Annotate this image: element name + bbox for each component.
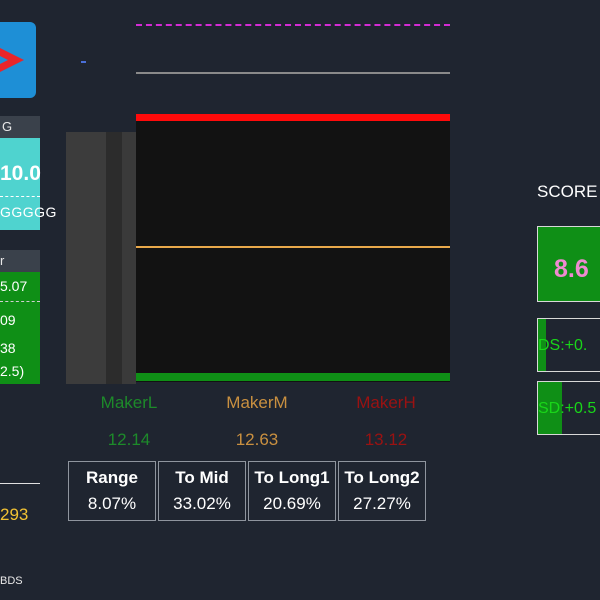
arrow-logo-icon (0, 48, 24, 72)
stat-label: Range (86, 468, 138, 487)
maker-high-label: MakerH (356, 393, 416, 412)
score-title: SCORE (537, 182, 598, 201)
stat-cell-to-long1: To Long1 20.69% (248, 461, 336, 521)
stat-value: 8.07% (87, 494, 137, 513)
left-footer-text: BDS (0, 575, 23, 587)
cyan-value: 10.0 (0, 162, 41, 185)
list-item: 5.07 (0, 278, 28, 294)
blue-tick-mark (81, 61, 86, 63)
list-item: 2.5) (0, 363, 25, 379)
cyan-subtext: GGGGG (0, 204, 57, 220)
cyan-value-tile: 10.0 GGGGG (0, 138, 56, 230)
stat-cell-to-long2: To Long2 27.27% (338, 461, 426, 521)
left-list-header: r (0, 250, 40, 272)
price-range-box[interactable] (136, 114, 450, 382)
list-item: 09 (0, 312, 16, 328)
stat-cell-to-mid: To Mid 33.02% (158, 461, 246, 521)
gray-level-line (136, 72, 450, 74)
volume-profile-bar (66, 132, 136, 384)
stat-label: To Long1 (254, 468, 330, 487)
stat-value: 33.02% (173, 494, 231, 513)
left-number: 293 (0, 505, 29, 524)
stats-table: Range 8.07% To Mid 33.02% To Long1 20.69… (66, 459, 428, 523)
top-dashed-level-line (136, 24, 450, 26)
stat-value: 27.27% (353, 494, 411, 513)
high-level-bar (136, 114, 450, 121)
stat-cell-range: Range 8.07% (68, 461, 156, 521)
score-tile: 8.6 (537, 226, 600, 302)
divider (0, 483, 40, 484)
ds-indicator-label: DS:+0. (538, 337, 588, 354)
stat-value: 20.69% (263, 494, 321, 513)
maker-mid-label: MakerM (226, 393, 288, 412)
ds-indicator: DS:+0. (537, 318, 600, 372)
sd-indicator-label: SD:+0.5 (538, 400, 597, 417)
maker-low-value: 12.14 (107, 430, 151, 449)
mid-level-line (136, 246, 450, 248)
sd-indicator: SD:+0.5 (537, 381, 600, 435)
divider (0, 301, 40, 302)
stat-label: To Mid (175, 468, 229, 487)
left-green-list: 5.07 09 38 2.5) (0, 272, 40, 384)
stat-label: To Long2 (344, 468, 420, 487)
divider (0, 196, 40, 197)
left-tile-header: G (0, 116, 40, 138)
low-level-bar (136, 373, 450, 381)
maker-low-label: MakerL (100, 393, 158, 412)
score-value: 8.6 (554, 255, 589, 283)
maker-mid-value: 12.63 (235, 430, 279, 449)
maker-high-value: 13.12 (364, 430, 408, 449)
logo-tile[interactable] (0, 22, 36, 98)
